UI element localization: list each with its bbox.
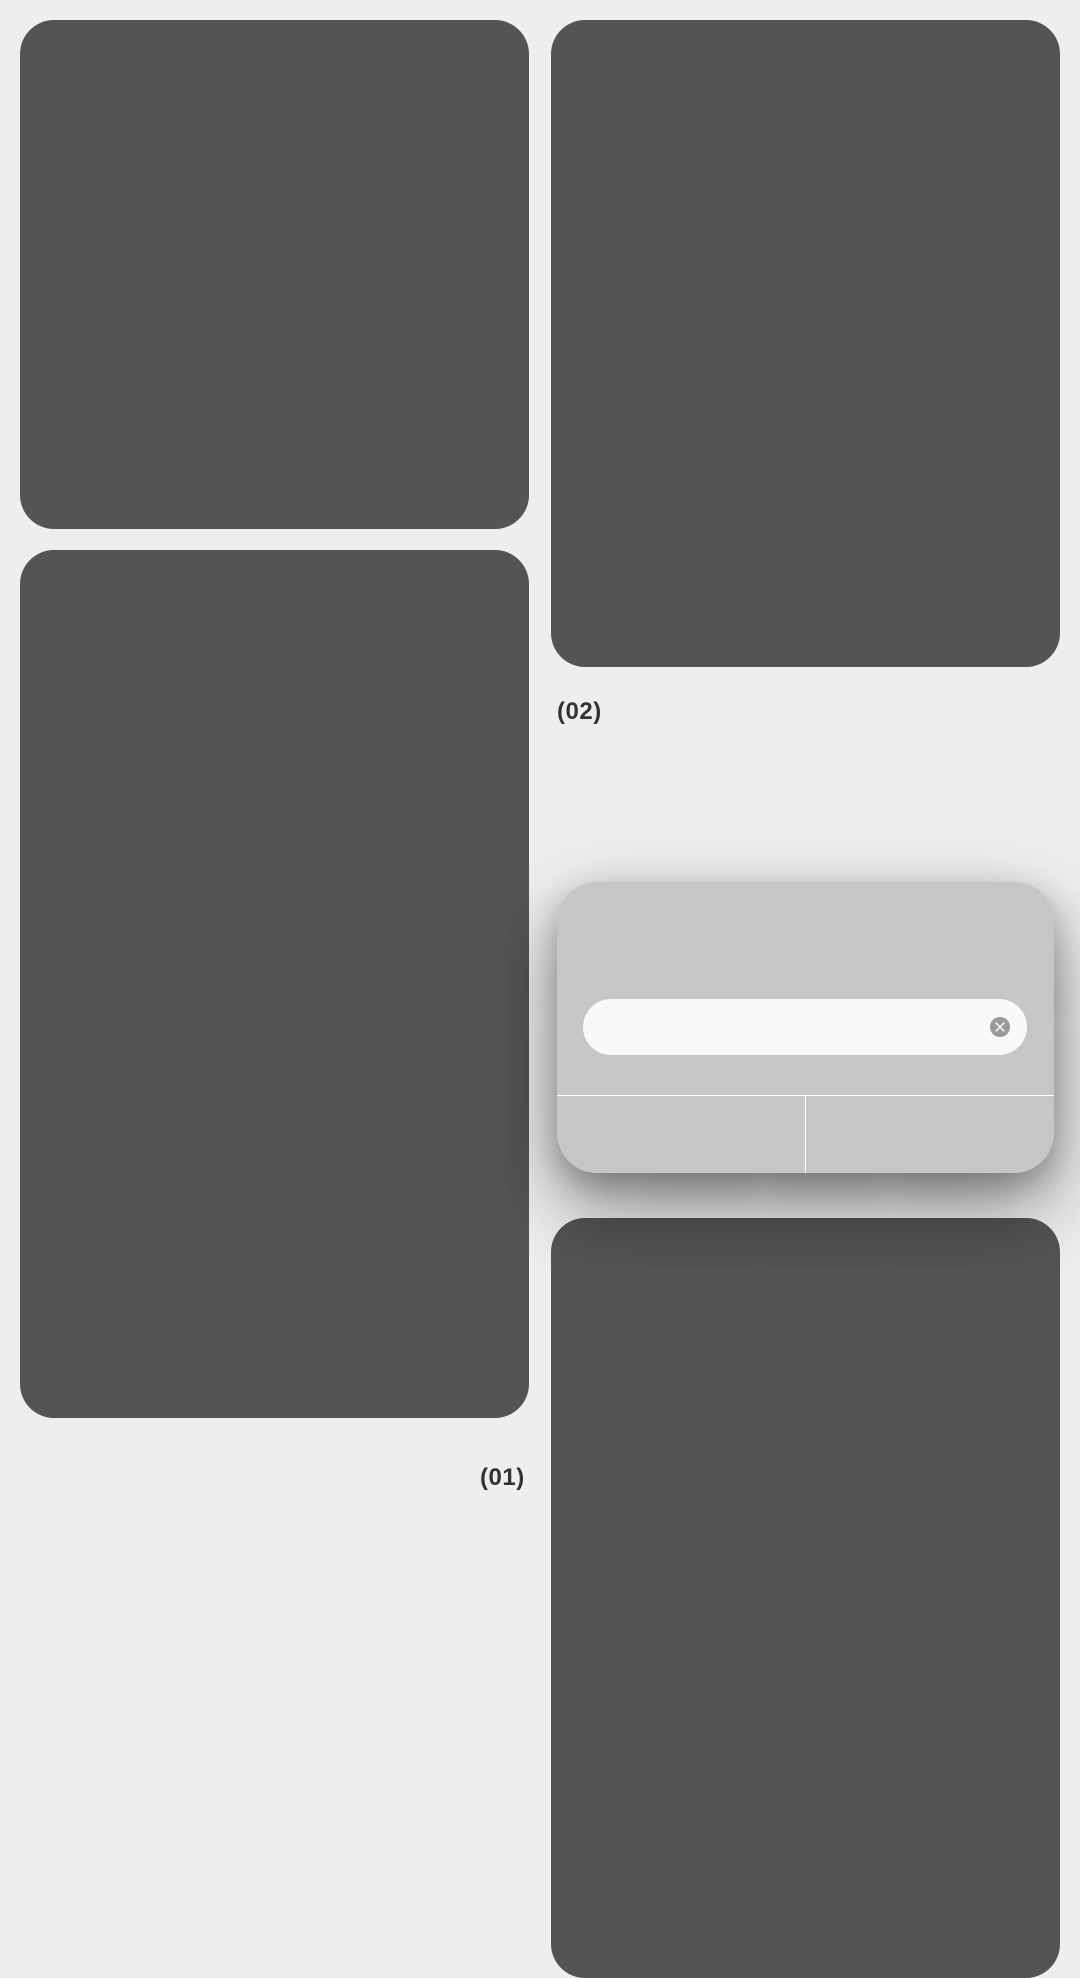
image-card-bottom-left[interactable] <box>20 550 529 1418</box>
text-input-dialog <box>557 882 1054 1173</box>
dialog-text-input[interactable] <box>603 999 973 1055</box>
caption-02: (02) <box>557 698 602 725</box>
dialog-left-button[interactable] <box>557 1096 805 1173</box>
image-card-bottom-right[interactable] <box>551 1218 1060 1978</box>
dialog-right-button[interactable] <box>806 1096 1054 1173</box>
image-card-top-right[interactable] <box>551 20 1060 667</box>
image-card-top-left[interactable] <box>20 20 529 529</box>
caption-01: (01) <box>480 1464 525 1491</box>
clear-icon[interactable] <box>990 1017 1010 1037</box>
dialog-text-field[interactable] <box>583 999 1027 1055</box>
